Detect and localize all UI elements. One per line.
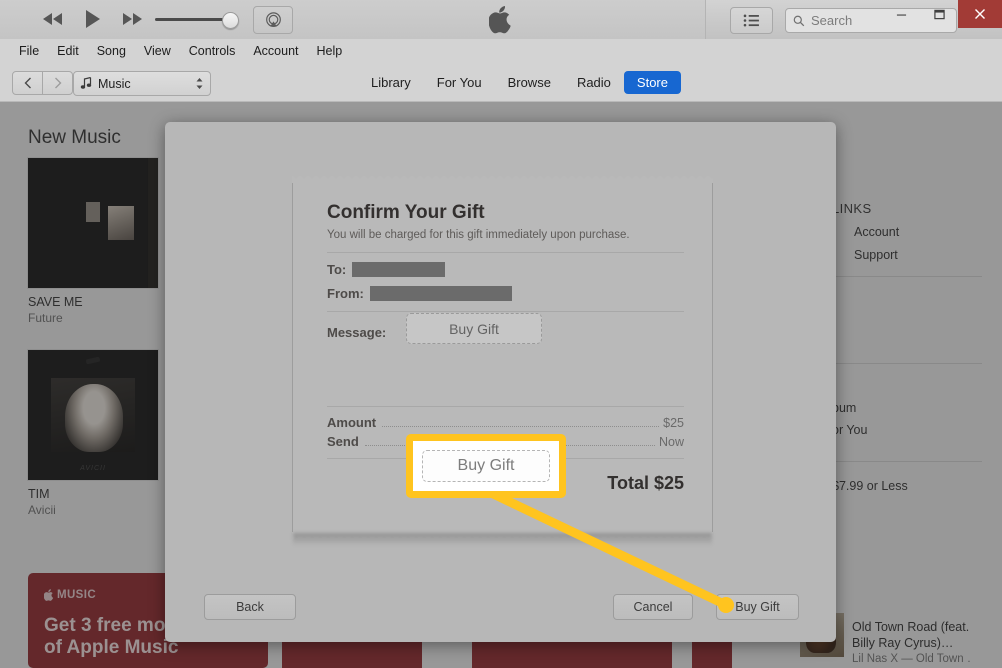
tab-store[interactable]: Store bbox=[623, 70, 681, 94]
callout-buy-gift-button[interactable]: Buy Gift bbox=[422, 450, 550, 482]
divider bbox=[327, 311, 684, 312]
volume-track bbox=[155, 18, 231, 21]
menu-item-help[interactable]: Help bbox=[308, 39, 352, 63]
tab-radio[interactable]: Radio bbox=[564, 71, 624, 94]
tab-browse[interactable]: Browse bbox=[495, 71, 564, 94]
navigation-bar: Music Library For You Browse Radio Store bbox=[0, 63, 1002, 102]
maximize-button[interactable] bbox=[920, 0, 958, 28]
field-to: To: bbox=[327, 262, 684, 277]
total-amount: Total $25 bbox=[607, 473, 684, 493]
toolbar-right: Search bbox=[705, 0, 1002, 39]
leader-dots bbox=[382, 425, 660, 427]
minimize-button[interactable] bbox=[882, 0, 920, 28]
field-from-value-redacted bbox=[369, 286, 512, 301]
rewind-button[interactable] bbox=[40, 8, 66, 30]
confirm-gift-dialog: Confirm Your Gift You will be charged fo… bbox=[165, 122, 836, 642]
dialog-footer: Back Cancel Buy Gift bbox=[165, 570, 836, 642]
music-note-icon bbox=[80, 77, 92, 89]
field-from-label: From: bbox=[327, 286, 364, 301]
maximize-icon bbox=[933, 9, 945, 19]
close-button[interactable] bbox=[958, 0, 1002, 28]
player-controls-area bbox=[0, 0, 706, 39]
menu-item-file[interactable]: File bbox=[10, 39, 48, 63]
cancel-button[interactable]: Cancel bbox=[613, 594, 693, 620]
receipt-title: Confirm Your Gift bbox=[327, 202, 485, 223]
minimize-icon bbox=[896, 14, 906, 16]
close-icon bbox=[975, 9, 985, 19]
menu-item-account[interactable]: Account bbox=[244, 39, 307, 63]
search-placeholder: Search bbox=[811, 13, 853, 28]
divider bbox=[327, 252, 684, 253]
forward-button[interactable] bbox=[43, 71, 73, 95]
buy-gift-callout-highlight: Buy Gift bbox=[406, 434, 566, 498]
receipt-buy-gift-button[interactable]: Buy Gift bbox=[406, 313, 542, 344]
summary-row-amount: Amount $25 bbox=[327, 415, 684, 430]
menu-item-song[interactable]: Song bbox=[88, 39, 135, 63]
list-view-icon bbox=[743, 14, 759, 27]
media-kind-picker[interactable]: Music bbox=[73, 71, 211, 96]
field-message-value bbox=[327, 340, 684, 406]
menu-item-edit[interactable]: Edit bbox=[48, 39, 88, 63]
summary-value: $25 bbox=[663, 416, 684, 430]
rewind-icon bbox=[43, 13, 62, 25]
menu-item-view[interactable]: View bbox=[135, 39, 180, 63]
fast-forward-button[interactable] bbox=[120, 8, 146, 30]
menu-item-controls[interactable]: Controls bbox=[180, 39, 245, 63]
title-bar: Search bbox=[0, 0, 1002, 40]
receipt-shadow bbox=[293, 533, 712, 546]
field-from: From: bbox=[327, 286, 684, 301]
receipt-top-edge bbox=[292, 176, 713, 183]
summary-value: Now bbox=[658, 435, 684, 449]
back-button[interactable] bbox=[12, 71, 43, 95]
transport-controls bbox=[40, 8, 146, 30]
chevron-right-icon bbox=[54, 77, 61, 89]
apple-logo bbox=[488, 6, 515, 36]
window-controls bbox=[882, 0, 1002, 28]
history-nav bbox=[12, 71, 73, 95]
summary-label: Send bbox=[327, 434, 359, 449]
play-button[interactable] bbox=[80, 8, 106, 30]
store-tabs: Library For You Browse Radio Store bbox=[358, 63, 681, 101]
buy-gift-button[interactable]: Buy Gift bbox=[716, 594, 799, 620]
menu-bar: File Edit Song View Controls Account Hel… bbox=[0, 39, 1002, 64]
volume-knob[interactable] bbox=[222, 12, 239, 29]
apple-logo-icon bbox=[488, 6, 511, 34]
divider bbox=[327, 406, 684, 407]
list-view-button[interactable] bbox=[730, 7, 773, 34]
fast-forward-icon bbox=[123, 13, 142, 25]
itunes-window: New Music SAVE ME Future E AVICII TIM Av… bbox=[0, 0, 1002, 668]
back-button[interactable]: Back bbox=[204, 594, 296, 620]
volume-slider[interactable] bbox=[155, 12, 245, 29]
media-kind-label: Music bbox=[98, 76, 131, 91]
chevron-up-down-icon bbox=[196, 78, 203, 89]
tab-library[interactable]: Library bbox=[358, 71, 424, 94]
chevron-left-icon bbox=[24, 77, 31, 89]
search-icon bbox=[793, 15, 805, 26]
airplay-button[interactable] bbox=[253, 6, 293, 34]
play-icon bbox=[86, 10, 100, 28]
field-to-value-redacted bbox=[352, 262, 446, 277]
field-to-label: To: bbox=[327, 262, 347, 277]
summary-label: Amount bbox=[327, 415, 377, 430]
receipt-subtitle: You will be charged for this gift immedi… bbox=[327, 229, 630, 241]
tab-for-you[interactable]: For You bbox=[424, 71, 495, 94]
airplay-icon bbox=[265, 11, 281, 27]
